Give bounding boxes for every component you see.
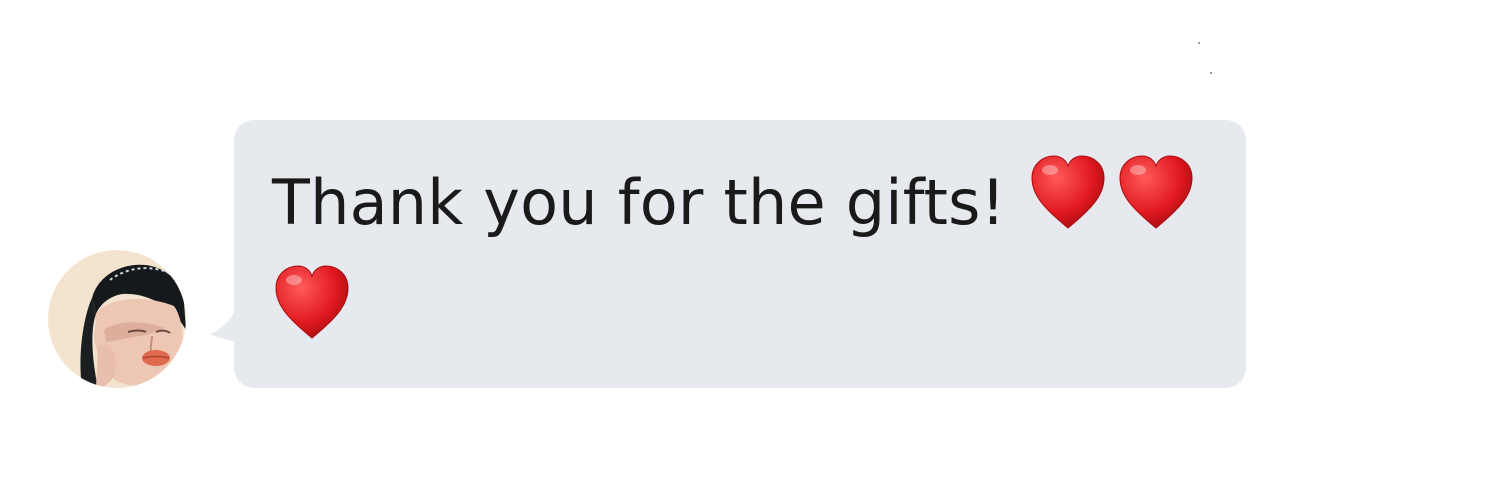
message-bubble-container: Thank you for the gifts!	[208, 120, 1248, 388]
red-heart-emoji-icon	[272, 264, 352, 344]
red-heart-emoji-icon	[1028, 154, 1108, 234]
message-text: Thank you for the gifts!	[272, 166, 1006, 239]
avatar-photo-icon	[48, 250, 186, 388]
screen-speck	[1198, 42, 1200, 44]
red-heart-emoji-icon	[1116, 154, 1196, 234]
chat-view: Thank you for the gifts!	[0, 0, 1500, 500]
sender-avatar[interactable]	[48, 250, 186, 388]
message-text-line: Thank you for the gifts!	[272, 150, 1210, 256]
screen-speck	[1210, 72, 1212, 74]
message-bubble[interactable]: Thank you for the gifts!	[234, 120, 1246, 388]
message-text-line-2	[272, 256, 1210, 362]
